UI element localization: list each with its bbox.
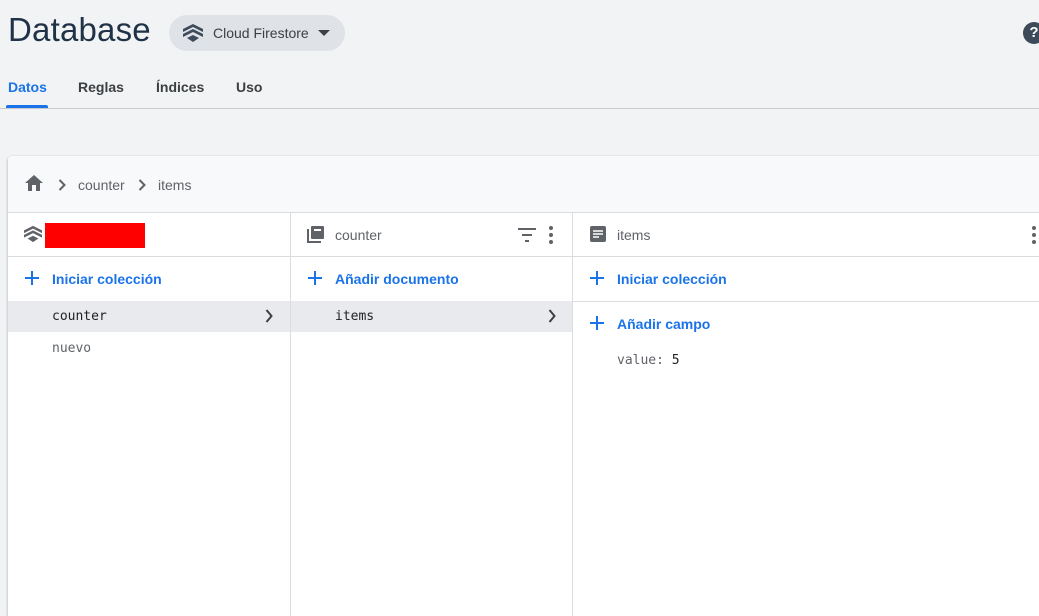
redacted-project-name (45, 223, 145, 248)
chevron-right-icon (58, 178, 66, 196)
field-key: value: (617, 353, 664, 368)
tab-uso[interactable]: Uso (236, 79, 262, 95)
product-selector-label: Cloud Firestore (213, 25, 309, 41)
root-column: Iniciar colección counter nuevo (8, 213, 291, 616)
chevron-right-icon (138, 178, 146, 196)
add-document-button[interactable]: Añadir documento (291, 257, 572, 301)
list-item-counter[interactable]: counter (8, 301, 290, 332)
data-viewer-card: counter items Iniciar colección counter … (8, 156, 1039, 616)
list-item-nuevo[interactable]: nuevo (8, 333, 290, 364)
tab-reglas[interactable]: Reglas (78, 79, 124, 95)
document-field[interactable]: value: 5 (617, 353, 680, 368)
page-header: Database Cloud Firestore ? Datos Reglas … (0, 0, 1039, 109)
firestore-icon (183, 24, 203, 47)
breadcrumb-item-items[interactable]: items (158, 177, 191, 193)
more-vert-icon[interactable] (1031, 225, 1037, 250)
firestore-icon (24, 225, 42, 248)
add-icon (589, 315, 605, 336)
collection-column-title: counter (335, 227, 382, 243)
add-icon (24, 270, 40, 291)
page-title: Database (8, 11, 151, 48)
home-icon[interactable] (24, 174, 44, 197)
add-document-label: Añadir documento (335, 271, 459, 287)
product-selector[interactable]: Cloud Firestore (169, 15, 345, 51)
list-item-label: nuevo (52, 341, 92, 356)
document-column-title: items (617, 227, 651, 243)
chevron-right-icon (265, 309, 273, 328)
add-icon (589, 270, 605, 291)
start-subcollection-button[interactable]: Iniciar colección (573, 257, 1039, 301)
add-field-label: Añadir campo (617, 316, 711, 332)
more-vert-icon[interactable] (548, 225, 554, 250)
add-field-button[interactable]: Añadir campo (573, 302, 1039, 346)
list-item-label: counter (52, 309, 107, 324)
add-icon (307, 270, 323, 291)
breadcrumb: counter items (8, 156, 1039, 213)
field-value: 5 (671, 353, 680, 368)
start-collection-label: Iniciar colección (52, 271, 162, 287)
root-column-header (8, 213, 290, 257)
filter-icon[interactable] (517, 227, 537, 248)
collection-icon (307, 225, 325, 248)
chevron-right-icon (548, 309, 556, 328)
document-icon (589, 225, 607, 248)
list-item-label: items (335, 309, 375, 324)
start-collection-button[interactable]: Iniciar colección (8, 257, 290, 301)
document-column-header: items (573, 213, 1039, 257)
collection-column: counter Añadir documento items (291, 213, 573, 616)
breadcrumb-item-counter[interactable]: counter (78, 177, 125, 193)
help-icon[interactable]: ? (1023, 22, 1039, 44)
collection-column-header: counter (291, 213, 572, 257)
tab-datos[interactable]: Datos (8, 79, 47, 95)
chevron-down-icon (318, 30, 330, 36)
active-tab-indicator (6, 105, 48, 108)
document-column: items Iniciar colección Añadir campo val… (573, 213, 1039, 616)
start-subcollection-label: Iniciar colección (617, 271, 727, 287)
tab-indices[interactable]: Índices (156, 79, 204, 95)
list-item-items[interactable]: items (291, 301, 572, 332)
